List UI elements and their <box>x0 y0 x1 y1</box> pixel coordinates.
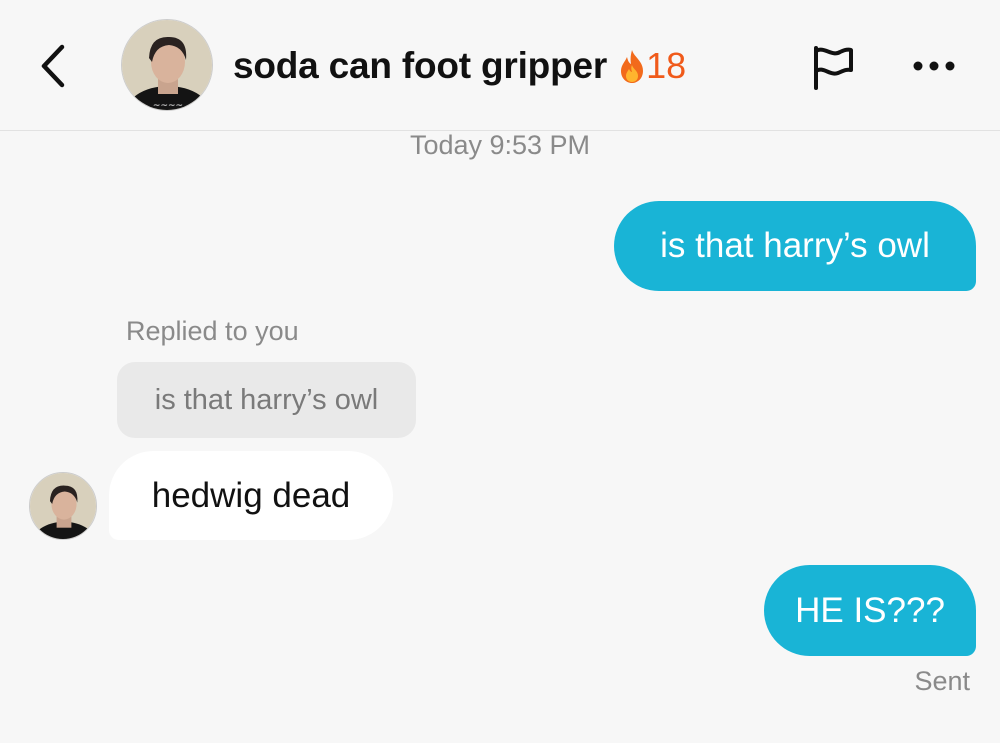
more-horizontal-icon <box>909 59 959 73</box>
replied-label: Replied to you <box>126 316 299 346</box>
contact-name: soda can foot gripper <box>233 45 608 86</box>
streak-indicator: 18 <box>619 45 686 87</box>
streak-count: 18 <box>646 45 687 86</box>
back-button[interactable] <box>28 38 78 94</box>
quoted-message[interactable]: is that harry’s owl <box>117 362 416 438</box>
fire-icon <box>619 48 645 84</box>
flag-icon <box>808 44 856 92</box>
outgoing-message[interactable]: is that harry’s owl <box>614 201 976 291</box>
message-timestamp: Today 9:53 PM <box>409 130 591 160</box>
more-options-button[interactable] <box>908 48 960 84</box>
sent-status: Sent <box>914 666 970 696</box>
contact-avatar[interactable]: ~~~~ <box>121 19 213 111</box>
chevron-left-icon <box>38 43 68 89</box>
sender-avatar[interactable] <box>29 472 97 540</box>
chat-title[interactable]: soda can foot gripper 18 <box>233 44 686 88</box>
outgoing-message[interactable]: HE IS??? <box>764 565 976 656</box>
svg-text:~~~~: ~~~~ <box>153 101 183 111</box>
incoming-message[interactable]: hedwig dead <box>109 451 393 540</box>
chat-header: ~~~~ soda can foot gripper 18 <box>0 0 1000 131</box>
report-button[interactable] <box>806 42 858 94</box>
